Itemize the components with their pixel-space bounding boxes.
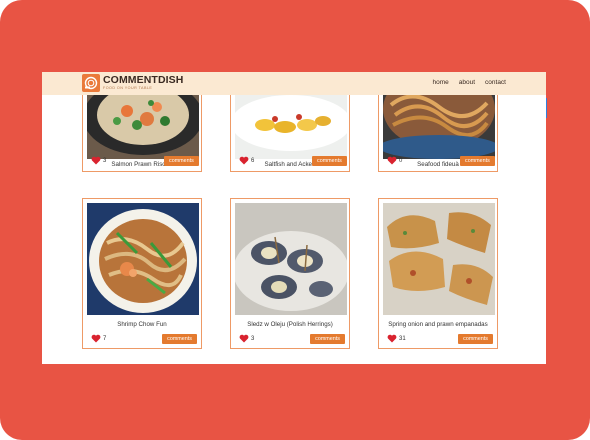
like-count: 6 xyxy=(251,158,255,164)
heart-icon[interactable] xyxy=(239,156,249,165)
recipe-title[interactable]: Shrimp Chow Fun xyxy=(83,321,201,328)
like-count: 7 xyxy=(103,336,107,342)
app-frame: COMMENTDISH FOOD ON YOUR TABLE home abou… xyxy=(0,0,590,440)
recipe-card[interactable]: Sledz w Oleju (Polish Herrings) 3 commen… xyxy=(230,198,350,349)
main-nav: home about contact xyxy=(432,79,506,86)
heart-icon[interactable] xyxy=(387,156,397,165)
like-count: 31 xyxy=(399,336,406,342)
recipe-photo[interactable] xyxy=(87,203,199,315)
comments-button[interactable]: comments xyxy=(312,156,347,166)
brand-name[interactable]: COMMENTDISH xyxy=(103,74,183,86)
comments-button[interactable]: comments xyxy=(310,334,345,344)
recipe-card[interactable]: Spring onion and prawn empanadas 31 comm… xyxy=(378,198,498,349)
recipe-title[interactable]: Sledz w Oleju (Polish Herrings) xyxy=(231,321,349,328)
recipe-title[interactable]: Spring onion and prawn empanadas xyxy=(379,321,497,328)
nav-about-link[interactable]: about xyxy=(459,79,475,86)
like-count: 3 xyxy=(103,158,107,164)
nav-contact-link[interactable]: contact xyxy=(485,79,506,86)
heart-icon[interactable] xyxy=(91,334,101,343)
comments-button[interactable]: comments xyxy=(458,334,493,344)
recipe-photo[interactable] xyxy=(235,203,347,315)
header-bar: COMMENTDISH FOOD ON YOUR TABLE home abou… xyxy=(42,72,546,95)
nav-home-link[interactable]: home xyxy=(432,79,448,86)
heart-icon[interactable] xyxy=(91,156,101,165)
heart-icon[interactable] xyxy=(387,334,397,343)
browser-viewport: COMMENTDISH FOOD ON YOUR TABLE home abou… xyxy=(42,72,546,364)
comments-button[interactable]: comments xyxy=(164,156,199,166)
heart-icon[interactable] xyxy=(239,334,249,343)
like-count: 0 xyxy=(399,158,403,164)
logo-icon xyxy=(82,74,100,92)
like-count: 3 xyxy=(251,336,255,342)
comments-button[interactable]: comments xyxy=(162,334,197,344)
brand-tagline: FOOD ON YOUR TABLE xyxy=(103,86,153,90)
recipe-photo[interactable] xyxy=(383,203,495,315)
recipe-card[interactable]: Shrimp Chow Fun 7 comments xyxy=(82,198,202,349)
comments-button[interactable]: comments xyxy=(460,156,495,166)
